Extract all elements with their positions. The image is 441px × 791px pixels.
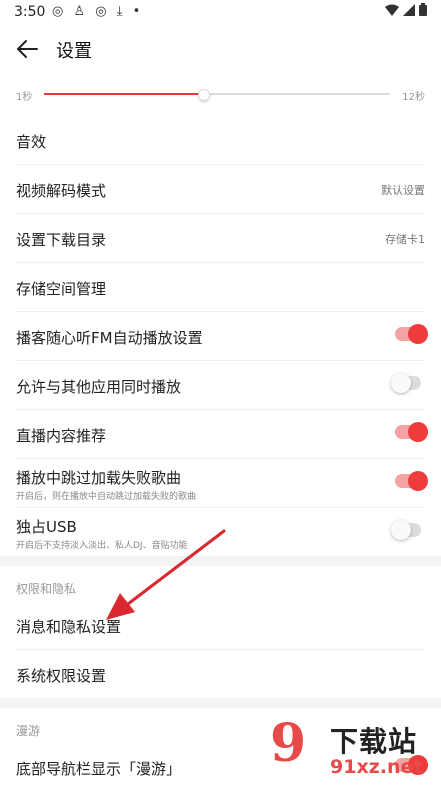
dot-icon: • bbox=[132, 4, 144, 19]
section-divider bbox=[0, 698, 441, 708]
section-header-privacy: 权限和隐私 bbox=[16, 566, 441, 601]
setting-download-dir[interactable]: 设置下载目录 存储卡1 bbox=[16, 214, 425, 263]
signal-icon bbox=[402, 4, 415, 16]
section-divider bbox=[0, 556, 441, 566]
setting-label: 直播内容推荐 bbox=[16, 427, 107, 445]
battery-icon bbox=[419, 3, 427, 16]
setting-label: 独占USB bbox=[16, 518, 77, 536]
watermark: 9 下载站 91xz.net bbox=[270, 716, 441, 784]
podcast-autoplay-toggle[interactable] bbox=[395, 324, 428, 344]
setting-description: 开启后，则在播放中自动跳过加载失败的歌曲 bbox=[16, 492, 197, 502]
setting-label: 视频解码模式 bbox=[16, 182, 107, 200]
setting-exclusive-usb: 独占USB 开启后不支持淡入淡出、私人DJ、音贴功能 bbox=[16, 508, 425, 556]
status-time: 3:50 bbox=[14, 4, 46, 20]
exclusive-usb-toggle[interactable] bbox=[391, 520, 421, 540]
setting-message-privacy[interactable]: 消息和隐私设置 bbox=[16, 601, 425, 650]
arrow-left-icon[interactable] bbox=[14, 36, 40, 62]
netease-icon: ◎ bbox=[52, 4, 67, 19]
wifi-icon bbox=[384, 4, 399, 16]
setting-podcast-fm-autoplay: 播客随心听FM自动播放设置 bbox=[16, 312, 428, 361]
setting-value: 默认设置 bbox=[381, 184, 425, 197]
qq-icon: ♙ bbox=[73, 4, 89, 19]
setting-label: 存储空间管理 bbox=[16, 280, 107, 298]
settings-list: 音效 视频解码模式 默认设置 设置下载目录 存储卡1 存储空间管理 播客随心听F… bbox=[0, 116, 441, 791]
download-icon: ⤓ bbox=[116, 4, 126, 19]
notification-icons: ◎ ♙ ◎ ⤓ • bbox=[52, 4, 143, 19]
setting-label: 播客随心听FM自动播放设置 bbox=[16, 329, 203, 347]
page-title: 设置 bbox=[56, 41, 92, 62]
slider-min-label: 1秒 bbox=[16, 92, 33, 103]
setting-label: 允许与其他应用同时播放 bbox=[16, 378, 182, 396]
system-icons bbox=[384, 3, 427, 20]
status-bar: 3:50 ◎ ♙ ◎ ⤓ • bbox=[0, 0, 441, 26]
setting-mix-playback: 允许与其他应用同时播放 bbox=[16, 361, 425, 410]
setting-value: 存储卡1 bbox=[385, 233, 425, 246]
setting-label: 播放中跳过加载失败歌曲 bbox=[16, 469, 182, 487]
setting-storage[interactable]: 存储空间管理 bbox=[16, 263, 425, 312]
skip-failed-toggle[interactable] bbox=[395, 471, 428, 491]
setting-label: 消息和隐私设置 bbox=[16, 618, 122, 636]
crossfade-slider-row: 1秒 12秒 bbox=[0, 76, 441, 116]
header: 设置 bbox=[0, 26, 441, 72]
setting-sound-effect[interactable]: 音效 bbox=[16, 116, 425, 165]
setting-description: 开启后不支持淡入淡出、私人DJ、音贴功能 bbox=[16, 541, 188, 551]
setting-label: 音效 bbox=[16, 133, 47, 151]
slider-fill bbox=[44, 93, 204, 95]
netease-icon: ◎ bbox=[95, 4, 110, 19]
watermark-title: 下载站 bbox=[330, 725, 418, 758]
mix-playback-toggle[interactable] bbox=[391, 373, 421, 393]
live-recommend-toggle[interactable] bbox=[395, 422, 428, 442]
setting-label: 底部导航栏显示「漫游」 bbox=[16, 760, 182, 778]
setting-live-recommend: 直播内容推荐 bbox=[16, 410, 428, 459]
setting-system-permissions[interactable]: 系统权限设置 bbox=[16, 650, 425, 698]
setting-label: 设置下载目录 bbox=[16, 231, 107, 249]
watermark-logo: 9 bbox=[270, 713, 307, 774]
watermark-url: 91xz.net bbox=[330, 756, 423, 778]
section-title: 权限和隐私 bbox=[16, 582, 77, 596]
slider-thumb[interactable] bbox=[198, 89, 211, 101]
setting-label: 系统权限设置 bbox=[16, 667, 107, 685]
setting-skip-failed: 播放中跳过加载失败歌曲 开启后，则在播放中自动跳过加载失败的歌曲 bbox=[16, 459, 428, 508]
section-title: 漫游 bbox=[16, 724, 41, 738]
slider-max-label: 12秒 bbox=[402, 92, 425, 103]
setting-video-decode[interactable]: 视频解码模式 默认设置 bbox=[16, 165, 425, 214]
slider-track[interactable] bbox=[44, 89, 390, 101]
